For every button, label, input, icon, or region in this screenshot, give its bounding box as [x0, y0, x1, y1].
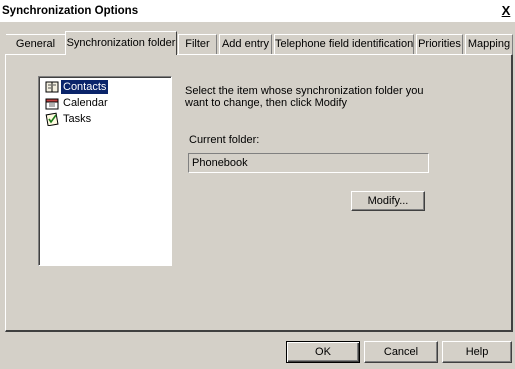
folder-list[interactable]: Contacts Calendar Tasks: [38, 76, 172, 266]
list-item-label: Contacts: [61, 80, 109, 94]
close-button[interactable]: X: [499, 3, 513, 18]
list-item-calendar[interactable]: Calendar: [45, 96, 110, 111]
current-folder-label: Current folder:: [189, 134, 260, 146]
dialog-title: Synchronization Options: [2, 5, 139, 17]
instruction-line-1: Select the item whose synchronization fo…: [185, 85, 424, 97]
instruction-text: Select the item whose synchronization fo…: [185, 85, 423, 109]
sync-options-dialog: Synchronization Options X General Synchr…: [0, 0, 515, 369]
modify-button[interactable]: Modify...: [351, 191, 425, 211]
help-button[interactable]: Help: [442, 341, 512, 363]
tab-priorities[interactable]: Priorities: [416, 34, 463, 54]
calendar-icon: [45, 96, 59, 110]
tab-telephone-field-identification[interactable]: Telephone field identification: [274, 34, 414, 54]
tasks-icon: [45, 112, 59, 127]
list-item-label: Calendar: [63, 97, 108, 109]
list-item-tasks[interactable]: Tasks: [45, 112, 93, 127]
current-folder-field: Phonebook: [188, 153, 429, 173]
contacts-icon: [45, 80, 59, 94]
ok-button[interactable]: OK: [286, 341, 360, 363]
tab-mapping[interactable]: Mapping: [465, 34, 513, 54]
title-bar: Synchronization Options X: [0, 0, 515, 22]
tab-synchronization-folder[interactable]: Synchronization folder: [65, 31, 177, 55]
instruction-line-2: want to change, then click Modify: [185, 97, 348, 109]
tab-filter[interactable]: Filter: [178, 34, 217, 54]
tab-add-entry[interactable]: Add entry: [219, 34, 272, 54]
cancel-button[interactable]: Cancel: [364, 341, 438, 363]
list-item-contacts[interactable]: Contacts: [45, 80, 109, 95]
list-item-label: Tasks: [63, 113, 92, 125]
tab-general[interactable]: General: [6, 34, 66, 54]
